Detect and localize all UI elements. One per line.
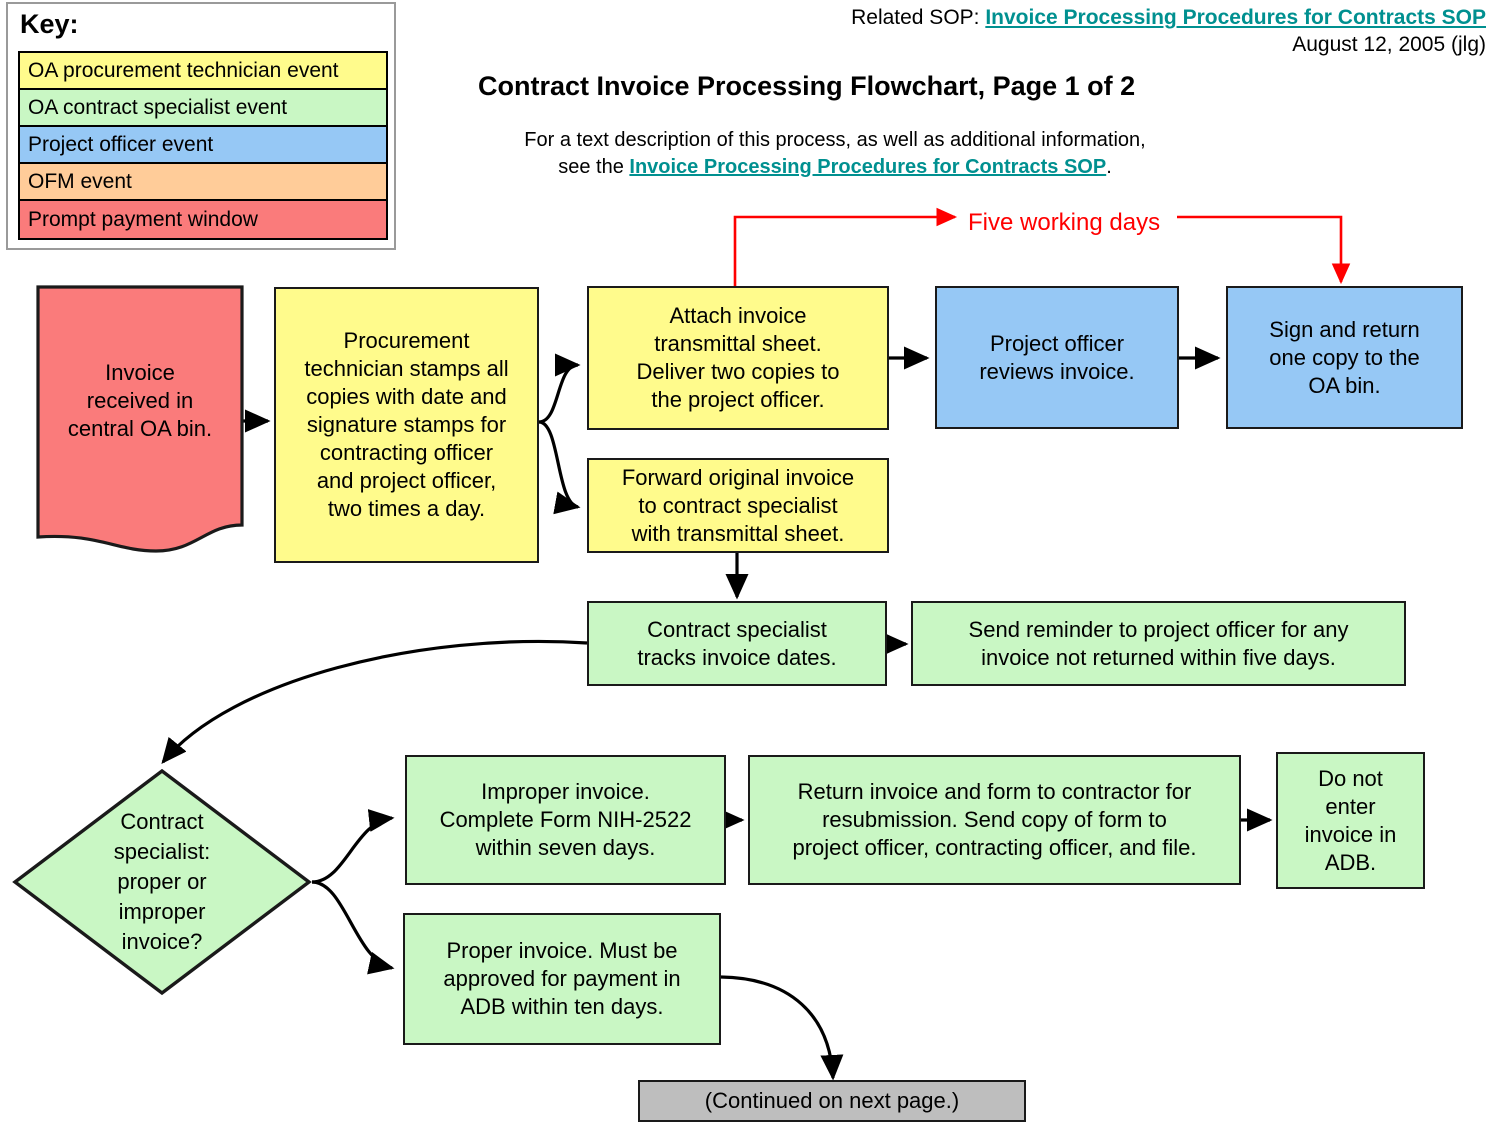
description-line-1: For a text description of this process, … — [524, 129, 1146, 151]
key-item-label: Prompt payment window — [28, 207, 258, 231]
key-item-ofm: OFM event — [20, 164, 386, 201]
edge-tracks-to-decision — [161, 639, 588, 764]
key-item-label: OA contract specialist event — [28, 95, 288, 119]
node-improper-invoice-label: Improper invoice. Complete Form NIH-2522… — [439, 779, 692, 860]
five-working-days-annotation: Five working days — [968, 209, 1161, 236]
node-proper-invoice: Proper invoice. Must be approved for pay… — [403, 913, 721, 1045]
edge-five-days-end — [1177, 215, 1351, 285]
description-line-2-suffix: . — [1106, 156, 1112, 178]
key-item-prompt-payment-window: Prompt payment window — [20, 201, 386, 238]
related-sop-prefix: Related SOP: — [851, 6, 986, 29]
node-proper-invoice-label: Proper invoice. Must be approved for pay… — [443, 938, 681, 1019]
node-procurement-stamps-label: Procurement technician stamps all copies… — [304, 328, 509, 521]
node-contract-specialist-tracks-label: Contract specialist tracks invoice dates… — [637, 616, 837, 670]
edge-stamps-to-forward — [538, 420, 581, 515]
node-attach-transmittal: Attach invoice transmittal sheet. Delive… — [587, 286, 889, 430]
node-decision-label: Contract specialist: proper or improper … — [113, 809, 211, 954]
edge-proper-to-continued — [720, 975, 844, 1081]
node-forward-original-invoice: Forward original invoice to contract spe… — [587, 458, 889, 553]
description-block: For a text description of this process, … — [455, 127, 1215, 181]
document-date: August 12, 2005 (jlg) — [1292, 33, 1486, 56]
node-continued-on-next-page-label: (Continued on next page.) — [704, 1088, 960, 1113]
key-legend-panel: Key: OA procurement technician event OA … — [6, 2, 396, 250]
node-invoice-received-label: Invoice received in central OA bin. — [67, 360, 213, 441]
node-project-officer-reviews-label: Project officer reviews invoice. — [979, 330, 1135, 384]
key-item-oa-contract-specialist: OA contract specialist event — [20, 90, 386, 127]
node-return-invoice-to-contractor-label: Return invoice and form to contractor fo… — [792, 779, 1197, 860]
edge-five-days-start — [733, 207, 958, 287]
node-sign-and-return-label: Sign and return one copy to the OA bin. — [1269, 316, 1420, 398]
node-send-reminder: Send reminder to project officer for any… — [911, 601, 1406, 686]
node-project-officer-reviews: Project officer reviews invoice. — [935, 286, 1179, 429]
related-sop-line: Related SOP: Invoice Processing Procedur… — [851, 6, 1486, 30]
edge-stamps-to-attach — [538, 353, 581, 424]
node-sign-and-return: Sign and return one copy to the OA bin. — [1226, 286, 1463, 429]
edge-decision-to-proper — [311, 880, 395, 975]
key-item-label: OA procurement technician event — [28, 58, 339, 82]
node-continued-on-next-page: (Continued on next page.) — [638, 1080, 1026, 1122]
key-item-project-officer: Project officer event — [20, 127, 386, 164]
node-do-not-enter-adb-label: Do not enter invoice in ADB. — [1304, 765, 1397, 875]
page-title: Contract Invoice Processing Flowchart, P… — [478, 71, 1136, 101]
description-line-2-prefix: see the — [558, 156, 630, 178]
node-invoice-received: Invoice received in central OA bin. — [36, 285, 244, 553]
key-item-label: Project officer event — [28, 132, 214, 156]
node-forward-original-invoice-label: Forward original invoice to contract spe… — [621, 464, 855, 546]
key-item-label: OFM event — [28, 169, 132, 193]
node-procurement-stamps: Procurement technician stamps all copies… — [274, 287, 539, 563]
node-attach-transmittal-label: Attach invoice transmittal sheet. Delive… — [636, 303, 840, 412]
node-decision-proper-or-improper: Contract specialist: proper or improper … — [12, 768, 312, 996]
node-contract-specialist-tracks: Contract specialist tracks invoice dates… — [587, 601, 887, 686]
node-improper-invoice: Improper invoice. Complete Form NIH-2522… — [405, 755, 726, 885]
key-item-oa-procurement-technician: OA procurement technician event — [20, 53, 386, 90]
node-do-not-enter-adb: Do not enter invoice in ADB. — [1276, 752, 1425, 889]
description-sop-link[interactable]: Invoice Processing Procedures for Contra… — [629, 156, 1106, 178]
node-send-reminder-label: Send reminder to project officer for any… — [968, 616, 1349, 670]
edge-decision-to-improper — [311, 809, 395, 884]
flowchart-page: Key: OA procurement technician event OA … — [0, 0, 1500, 1125]
node-return-invoice-to-contractor: Return invoice and form to contractor fo… — [748, 755, 1241, 885]
key-table: OA procurement technician event OA contr… — [18, 51, 388, 240]
key-title: Key: — [20, 9, 79, 39]
related-sop-link[interactable]: Invoice Processing Procedures for Contra… — [985, 6, 1486, 29]
